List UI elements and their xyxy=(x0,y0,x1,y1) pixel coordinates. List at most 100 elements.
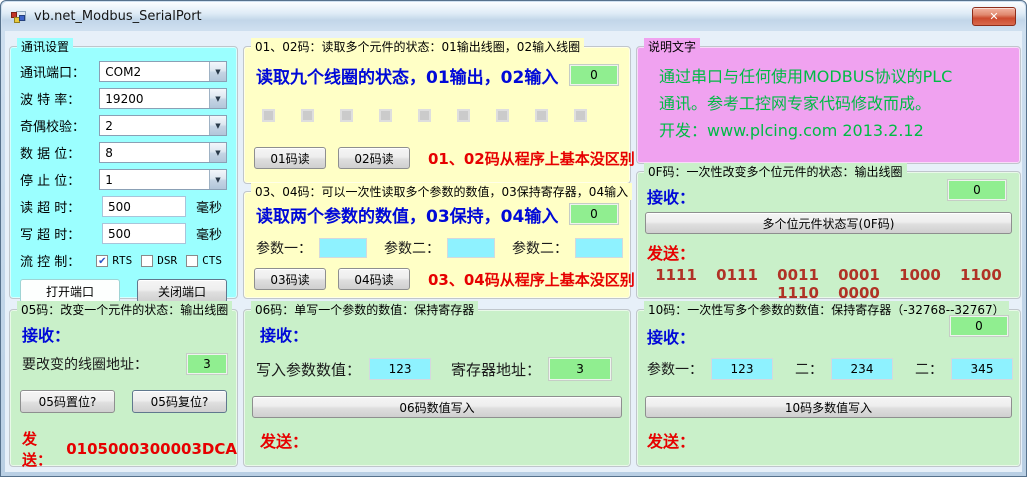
coil-address-input[interactable]: 3 xyxy=(187,354,227,374)
panel-info-title: 说明文字 xyxy=(644,38,700,55)
com-port-select[interactable]: COM2 ▼ xyxy=(99,61,227,82)
data-bits-value: 8 xyxy=(100,143,209,162)
stop-bits-select[interactable]: 1 ▼ xyxy=(99,169,227,190)
read-02-button[interactable]: 02码读 xyxy=(338,147,410,169)
c10-receive-value-display[interactable]: 0 xyxy=(950,316,1008,336)
write-timeout-label: 写 超 时： xyxy=(20,224,102,243)
c06-send-label: 发送： xyxy=(260,428,308,452)
panel-info: 说明文字 通过串口与任何使用MODBUS协议的PLC 通讯。参考工控网专家代码修… xyxy=(636,46,1021,164)
close-button[interactable]: ✕ xyxy=(972,7,1016,26)
read-timeout-unit: 毫秒 xyxy=(196,197,222,216)
app-icon xyxy=(11,9,27,24)
read-registers-value-display[interactable]: 0 xyxy=(570,204,618,224)
param1-input[interactable] xyxy=(319,238,367,258)
c10-send-label: 发送： xyxy=(647,428,695,452)
coil-indicator xyxy=(262,109,275,122)
write-timeout-unit: 毫秒 xyxy=(196,224,222,243)
info-line-3: 开发：www.plcing.com 2013.2.12 xyxy=(659,117,952,144)
coil-indicator xyxy=(301,109,314,122)
parity-value: 2 xyxy=(100,116,209,135)
rts-checkbox[interactable]: ✔ xyxy=(96,255,108,267)
com-port-value: COM2 xyxy=(100,62,209,81)
read-01-button[interactable]: 01码读 xyxy=(254,147,326,169)
panel-write-single-coil-title: 05码：改变一个元件的状态：输出线圈 xyxy=(17,301,232,318)
register-address-label: 寄存器地址： xyxy=(451,359,541,380)
reset-coil-button[interactable]: 05码复位? xyxy=(132,390,227,413)
app-window: vb.net_Modbus_SerialPort ✕ 通讯设置 通讯端口： CO… xyxy=(0,0,1027,477)
of-receive-value-display[interactable]: 0 xyxy=(948,180,1006,200)
window-title: vb.net_Modbus_SerialPort xyxy=(34,9,202,24)
read-registers-note: 03、04码从程序上基本没区别 xyxy=(428,269,635,290)
open-port-button[interactable]: 打开端口 xyxy=(20,279,120,303)
panel-write-single-register: 06码：单写一个参数的数值：保持寄存器 接收： 写入参数数值： 123 寄存器地… xyxy=(243,309,631,467)
read-coils-note: 01、02码从程序上基本没区别 xyxy=(428,148,635,169)
coil-indicator xyxy=(535,109,548,122)
info-line-1: 通过串口与任何使用MODBUS协议的PLC xyxy=(659,63,952,90)
titlebar[interactable]: vb.net_Modbus_SerialPort ✕ xyxy=(2,2,1025,30)
of-send-label: 发送： xyxy=(647,240,695,264)
register-address-input[interactable]: 3 xyxy=(549,358,611,380)
param2-input[interactable] xyxy=(447,238,495,258)
parity-select[interactable]: 2 ▼ xyxy=(99,115,227,136)
chevron-glyph: ▼ xyxy=(215,68,220,76)
w-param1-input[interactable]: 123 xyxy=(711,358,773,380)
read-registers-headline: 读取两个参数的数值，03保持，04输入 xyxy=(256,202,558,227)
chevron-down-icon[interactable]: ▼ xyxy=(209,170,226,189)
panel-write-single-register-title: 06码：单写一个参数的数值：保持寄存器 xyxy=(251,301,478,318)
read-coils-headline: 读取九个线圈的状态，01输出，02输入 xyxy=(256,63,558,88)
w-param2-input[interactable]: 234 xyxy=(831,358,893,380)
w-param3-input[interactable]: 345 xyxy=(951,358,1013,380)
w-param1-label: 参数一： xyxy=(647,359,703,379)
close-icon: ✕ xyxy=(989,10,998,23)
param3-label: 参数二： xyxy=(512,238,568,258)
data-bits-label: 数 据 位： xyxy=(20,143,99,162)
cts-checkbox[interactable] xyxy=(186,255,198,267)
info-line-2: 通讯。参考工控网专家代码修改而成。 xyxy=(659,90,952,117)
baud-rate-value: 19200 xyxy=(100,89,209,108)
read-coils-value-display[interactable]: 0 xyxy=(570,65,618,85)
coil-indicator-row xyxy=(262,109,587,122)
c06-receive-label: 接收： xyxy=(260,322,308,346)
baud-rate-select[interactable]: 19200 ▼ xyxy=(99,88,227,109)
coil-indicator xyxy=(457,109,470,122)
write-timeout-input[interactable]: 500 xyxy=(102,223,186,244)
param3-input[interactable] xyxy=(575,238,623,258)
chevron-down-icon[interactable]: ▼ xyxy=(209,62,226,81)
set-coil-button[interactable]: 05码置位? xyxy=(20,390,115,413)
c05-send-label: 发送： xyxy=(22,428,62,470)
read-03-button[interactable]: 03码读 xyxy=(254,268,326,290)
panel-read-registers-title: 03、04码：可以一次性读取多个参数的数值，03保持寄存器，04输入 xyxy=(251,183,632,200)
coil-indicator xyxy=(574,109,587,122)
panel-comm-title: 通讯设置 xyxy=(17,38,73,55)
chevron-down-icon[interactable]: ▼ xyxy=(209,116,226,135)
write-10-button[interactable]: 10码多数值写入 xyxy=(645,396,1012,418)
read-04-button[interactable]: 04码读 xyxy=(338,268,410,290)
close-port-button[interactable]: 关闭端口 xyxy=(137,279,227,303)
chevron-glyph: ▼ xyxy=(215,95,220,103)
of-send-value: 1111 0111 0011 0001 1000 1100 1110 0000 xyxy=(637,266,1020,302)
panel-write-coils-title: 0F码：一次性改变多个位元件的状态：输出线圈 xyxy=(644,163,907,180)
read-timeout-input[interactable]: 500 xyxy=(102,196,186,217)
com-port-label: 通讯端口： xyxy=(20,62,99,81)
c05-send-value: 0105000300003DCA xyxy=(66,440,237,458)
of-receive-label: 接收： xyxy=(647,184,695,208)
parity-label: 奇偶校验： xyxy=(20,116,99,135)
param1-label: 参数一： xyxy=(256,238,312,258)
w-param2-label: 二： xyxy=(795,359,823,379)
cts-label: CTS xyxy=(202,254,222,267)
stop-bits-value: 1 xyxy=(100,170,209,189)
read-timeout-label: 读 超 时： xyxy=(20,197,102,216)
stop-bits-label: 停 止 位： xyxy=(20,170,99,189)
write-06-button[interactable]: 06码数值写入 xyxy=(252,396,622,418)
write-value-input[interactable]: 123 xyxy=(369,358,431,380)
baud-rate-label: 波 特 率： xyxy=(20,89,99,108)
chevron-down-icon[interactable]: ▼ xyxy=(209,143,226,162)
coil-indicator xyxy=(418,109,431,122)
panel-comm-settings: 通讯设置 通讯端口： COM2 ▼ 波 特 率： 19200 ▼ 奇偶校验： 2 xyxy=(9,46,238,299)
dsr-label: DSR xyxy=(157,254,177,267)
data-bits-select[interactable]: 8 ▼ xyxy=(99,142,227,163)
chevron-down-icon[interactable]: ▼ xyxy=(209,89,226,108)
param2-label: 参数二： xyxy=(384,238,440,258)
dsr-checkbox[interactable] xyxy=(141,255,153,267)
write-multi-coils-button[interactable]: 多个位元件状态写(0F码) xyxy=(645,212,1012,234)
